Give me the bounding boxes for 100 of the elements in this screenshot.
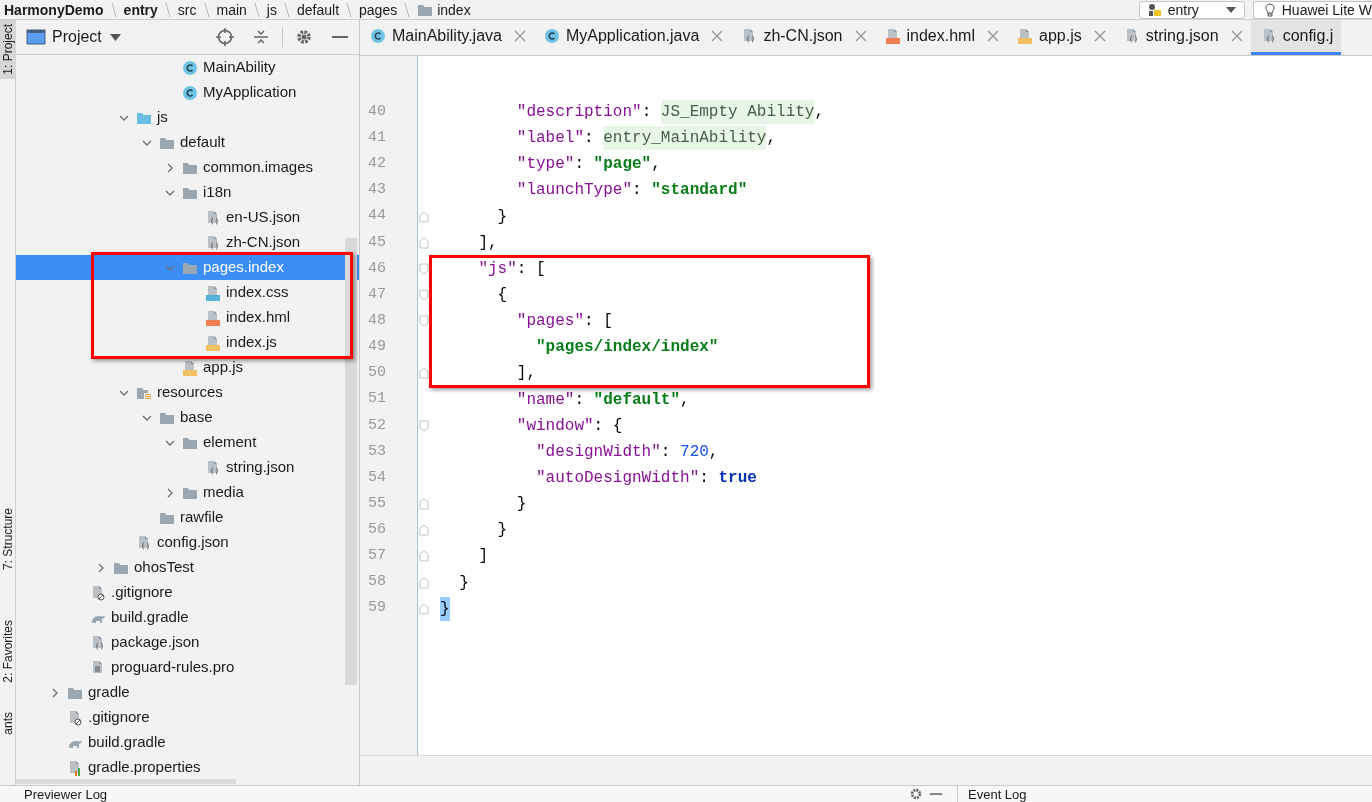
editor-tab[interactable]: MyApplication.java [533, 20, 732, 55]
code-token: "window" [516, 415, 594, 437]
tree-item[interactable]: .gitignore [16, 580, 359, 605]
tree-item[interactable]: zh-CN.json [16, 230, 359, 255]
breadcrumb-item[interactable]: src [177, 2, 197, 17]
breadcrumb-item[interactable]: js [266, 2, 277, 17]
fold-icon[interactable] [419, 210, 429, 223]
editor-tab[interactable]: zh-CN.json [731, 20, 875, 55]
code-token: "autoDesignWidth" [536, 468, 700, 490]
fold-icon[interactable] [419, 315, 429, 328]
scrollbar[interactable] [345, 238, 357, 685]
fold-icon[interactable] [419, 236, 429, 249]
tree-item[interactable]: common.images [16, 155, 359, 180]
code-punctuation: } [497, 520, 508, 542]
fold-icon[interactable] [419, 576, 429, 589]
tree-item[interactable]: app.js [16, 355, 359, 380]
settings-icon[interactable] [295, 28, 313, 46]
fold-icon[interactable] [419, 289, 429, 302]
close-icon[interactable] [854, 30, 867, 42]
tree-item[interactable]: rawfile [16, 505, 359, 530]
tree-item[interactable]: gradle.properties [16, 755, 359, 780]
configuration-dropdown[interactable]: entry [1138, 0, 1245, 19]
close-icon[interactable] [1093, 30, 1106, 42]
fold-icon[interactable] [419, 262, 429, 275]
settings-icon[interactable] [909, 787, 923, 801]
editor-tab[interactable]: MainAbility.java [360, 20, 534, 55]
css-file-icon [205, 284, 221, 301]
tree-item[interactable]: config.json [16, 530, 359, 555]
code-punctuation: : [584, 128, 595, 150]
fold-icon[interactable] [419, 550, 429, 563]
tree-item[interactable]: js [16, 105, 359, 130]
tree-item[interactable]: element [16, 430, 359, 455]
tree-item[interactable]: ohosTest [16, 555, 359, 580]
tree-item[interactable]: .gitignore [16, 705, 359, 730]
breadcrumb-item[interactable]: pages [359, 2, 398, 17]
close-icon[interactable] [1230, 30, 1243, 42]
fold-icon[interactable] [419, 367, 429, 380]
tool-window-tab[interactable]: 7: Structure [0, 503, 16, 574]
tool-window-title[interactable]: Previewer Log [24, 787, 108, 801]
line-number: 42 [368, 154, 386, 175]
json-file-icon [136, 534, 152, 551]
line-number: 59 [368, 598, 386, 619]
tree-item[interactable]: base [16, 405, 359, 430]
fold-icon[interactable] [419, 602, 429, 615]
scrollbar[interactable] [16, 779, 236, 784]
tree-item[interactable]: default [16, 130, 359, 155]
fold-icon[interactable] [419, 419, 429, 432]
tool-window-tab[interactable]: ants [0, 708, 16, 740]
tree-item[interactable]: index.css [16, 280, 359, 305]
device-dropdown[interactable]: Huawei Lite W [1252, 0, 1372, 19]
fold-icon[interactable] [419, 524, 429, 537]
tree-item[interactable]: string.json [16, 455, 359, 480]
tree-item[interactable]: build.gradle [16, 730, 359, 755]
tool-window-title[interactable]: Event Log [968, 787, 1372, 801]
breadcrumb-item[interactable]: default [297, 2, 340, 17]
line-number: 43 [368, 180, 386, 201]
fold-icon[interactable] [419, 498, 429, 511]
tree-item[interactable]: media [16, 480, 359, 505]
separator-icon [252, 1, 261, 18]
line-number: 52 [368, 415, 386, 436]
code-punctuation: : [ [584, 311, 613, 333]
tree-item[interactable]: i18n [16, 180, 359, 205]
tree-item[interactable]: proguard-rules.pro [16, 655, 359, 680]
tree-item[interactable]: gradle [16, 680, 359, 705]
editor-tab[interactable]: app.js [1007, 20, 1114, 55]
code-token: 720 [680, 441, 709, 463]
caret-icon [109, 33, 121, 41]
tree-item[interactable]: package.json [16, 630, 359, 655]
close-icon[interactable] [987, 30, 999, 42]
code-token: true [718, 468, 757, 490]
tree-item[interactable]: index.hml [16, 305, 359, 330]
code-punctuation: , [680, 389, 690, 411]
properties-file-icon [67, 759, 83, 776]
tree-item[interactable]: resources [16, 380, 359, 405]
editor-tab[interactable]: string.json [1113, 20, 1251, 55]
target-icon[interactable] [216, 28, 234, 46]
tree-item[interactable]: index.js [16, 330, 359, 355]
caret-icon [1225, 5, 1236, 14]
breadcrumb-item[interactable]: HarmonyDemo [4, 2, 104, 17]
tree-item[interactable]: MyApplication [16, 80, 359, 105]
code-punctuation: ], [516, 363, 536, 385]
line-number: 57 [368, 546, 386, 567]
code-token: "label" [516, 128, 584, 150]
code-punctuation: ] [478, 546, 488, 568]
project-view-dropdown[interactable]: Project [52, 25, 121, 49]
collapse-icon[interactable] [252, 28, 270, 46]
close-icon[interactable] [711, 30, 724, 42]
tree-item[interactable]: MainAbility [16, 55, 359, 80]
code-token: "js" [478, 258, 517, 280]
breadcrumb-item[interactable]: main [216, 2, 247, 17]
separator-icon [163, 1, 172, 18]
tool-window-tab[interactable]: 2: Favorites [0, 615, 16, 687]
close-icon[interactable] [513, 30, 526, 42]
tool-window-tab[interactable]: 1: Project [0, 20, 16, 79]
tree-item[interactable]: en-US.json [16, 205, 359, 230]
breadcrumb-item[interactable]: index [437, 2, 471, 17]
tree-item[interactable]: build.gradle [16, 605, 359, 630]
editor-tab[interactable]: index.hml [874, 20, 1007, 55]
breadcrumb-item[interactable]: entry [123, 2, 158, 17]
editor-tab[interactable]: config.j [1250, 20, 1342, 55]
